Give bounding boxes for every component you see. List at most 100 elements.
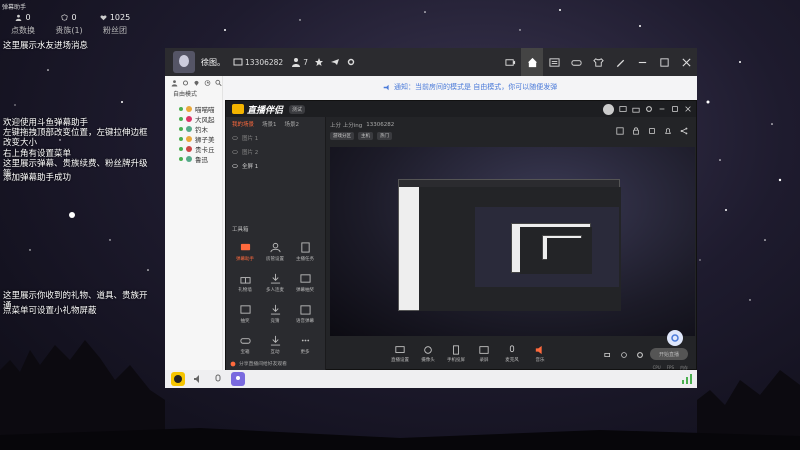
gear-icon[interactable] (645, 105, 653, 113)
assistant-bubble[interactable] (667, 330, 683, 346)
avatar[interactable] (603, 103, 614, 115)
share-hint[interactable]: 分享直播间给好友观看 (230, 360, 287, 367)
eye-icon[interactable] (232, 163, 238, 169)
music-button[interactable]: 音乐 (526, 345, 554, 363)
scene-item[interactable]: 图片 2 (226, 145, 325, 159)
emoji-button[interactable] (171, 372, 185, 386)
record-button[interactable]: 录屏 (470, 345, 498, 363)
usage-line-5: 添加弹幕助手成功 (3, 173, 72, 183)
camera-button[interactable]: 摄像头 (414, 345, 442, 363)
share-hint-text: 分享直播间给好友观看 (239, 362, 287, 367)
category-chip[interactable]: 主机 (358, 132, 373, 140)
phone-cast-button[interactable]: 手机投屏 (442, 345, 470, 363)
settings-icon[interactable] (346, 57, 356, 67)
category-chip[interactable]: 游戏分区 (330, 132, 354, 140)
mic-button[interactable] (211, 372, 225, 386)
close-icon[interactable] (684, 105, 692, 113)
emoji-icon (174, 375, 182, 383)
share-icon[interactable] (680, 127, 688, 135)
tab-scene-2[interactable]: 场景2 (285, 120, 300, 128)
download-icon (270, 273, 280, 284)
tool-more[interactable]: 更多 (290, 334, 320, 355)
tool-room-manager[interactable]: 房管设置 (260, 241, 290, 262)
eye-icon[interactable] (232, 149, 238, 155)
list-item[interactable]: 鲁迅 (165, 154, 222, 164)
microphone-button[interactable]: 麦克风 (498, 345, 526, 363)
danmaku-helper-panel[interactable]: 弹幕助手 0 点数换 0 贵族(1) 1025 粉丝团 (0, 0, 150, 60)
search-icon[interactable] (215, 79, 222, 87)
scene-item[interactable]: 图片 1 (226, 131, 325, 145)
person-icon (269, 242, 281, 252)
video-icon[interactable] (604, 351, 612, 359)
start-live-button[interactable]: 开始直播 (650, 348, 688, 360)
studio-left-panel: 我的场景 场景1 场景2 图片 1 图片 2 全屏 1 工具箱 弹幕助手 房管设… (226, 117, 326, 371)
bell-icon[interactable] (664, 127, 672, 135)
mode-selector[interactable]: 自由模式 (165, 90, 222, 100)
gift-icon[interactable] (632, 105, 640, 113)
tool-multi-link[interactable]: 多人连麦 (260, 272, 290, 293)
list-item[interactable]: 大风起 (165, 114, 222, 124)
person-icon[interactable] (171, 79, 178, 87)
tab-scene-1[interactable]: 场景1 (262, 120, 277, 128)
settings-icon[interactable] (182, 79, 189, 87)
broadcast-button[interactable] (499, 48, 521, 76)
minimize-button[interactable] (631, 48, 653, 76)
camera-icon (424, 346, 432, 354)
tool-danmaku-lottery[interactable]: 弹幕抽奖 (290, 272, 320, 293)
gear-icon[interactable] (636, 351, 644, 359)
lock-icon[interactable] (632, 127, 640, 135)
tool-streamer-task[interactable]: 主播任务 (290, 241, 320, 262)
shirt-button[interactable] (587, 48, 609, 76)
clock-icon[interactable] (204, 79, 211, 87)
tool-guess[interactable]: 竞猜 (260, 303, 290, 324)
maximize-button[interactable] (653, 48, 675, 76)
list-item[interactable]: 喵喵喵 (165, 104, 222, 114)
tool-voice-danmaku[interactable]: 语音弹幕 (290, 303, 320, 324)
toolbox-label: 工具箱 (232, 227, 249, 233)
avatar-button[interactable] (231, 372, 245, 386)
stream-settings-button[interactable]: 直播设置 (386, 345, 414, 363)
tab-my-scenes[interactable]: 我的场景 (232, 120, 254, 128)
studio-logo-mark (232, 104, 244, 114)
avatar[interactable] (173, 51, 195, 73)
volume-button[interactable] (191, 372, 205, 386)
record-dot-icon[interactable] (620, 351, 628, 359)
copy-icon[interactable] (648, 127, 656, 135)
fans-icon (100, 15, 107, 21)
plane-icon[interactable] (330, 57, 340, 67)
tool-danmaku-helper[interactable]: 弹幕助手 (230, 241, 260, 262)
studio-right-controls (604, 351, 644, 359)
close-button[interactable] (675, 48, 697, 76)
stat-fans-label: 粉丝团 (103, 26, 127, 35)
minimize-icon[interactable] (658, 105, 666, 113)
category-chip[interactable]: 热门 (377, 132, 392, 140)
gamepad-button[interactable] (565, 48, 587, 76)
list-button[interactable] (543, 48, 565, 76)
eye-icon[interactable] (232, 135, 238, 141)
badge-icon (61, 14, 69, 21)
list-item[interactable]: 贵卡丘 (165, 144, 222, 154)
tool-treasure[interactable]: 宝箱 (230, 334, 260, 355)
tool-gift-wall[interactable]: 礼物墙 (230, 272, 260, 293)
calendar-icon (299, 304, 311, 315)
location-icon[interactable] (193, 79, 200, 87)
stream-title[interactable]: 上分 上分ing (330, 121, 362, 129)
list-item[interactable]: 钓木 (165, 124, 222, 134)
skin-button[interactable] (609, 48, 631, 76)
tool-interact[interactable]: 互动 (260, 334, 290, 355)
home-button[interactable] (521, 48, 543, 76)
tool-lottery[interactable]: 抽奖 (230, 303, 260, 324)
scene-item[interactable]: 全屏 1 (226, 159, 325, 173)
star-icon[interactable] (314, 57, 324, 67)
maximize-icon[interactable] (671, 105, 679, 113)
stream-preview[interactable] (330, 147, 695, 336)
live-studio-window[interactable]: 直播伴侣 测试 我的场景 场景1 场景2 图片 1 图片 2 全屏 1 工具箱 … (225, 100, 697, 371)
app-top-bar: 徐图。 13306282 7 (165, 48, 697, 76)
list-item[interactable]: 狮子美 (165, 134, 222, 144)
douyu-app-window[interactable]: 徐图。 13306282 7 自由模式 喵喵喵 大风起 钓木 狮子美 贵卡丘 鲁… (165, 48, 697, 388)
room-id: 13306282 (233, 57, 283, 67)
stat-nobles: 0 贵族(1) (46, 13, 92, 36)
grid-icon[interactable] (616, 127, 624, 135)
water-friends-message: 这里展示水友进场消息 (3, 41, 89, 51)
message-icon[interactable] (619, 105, 627, 113)
